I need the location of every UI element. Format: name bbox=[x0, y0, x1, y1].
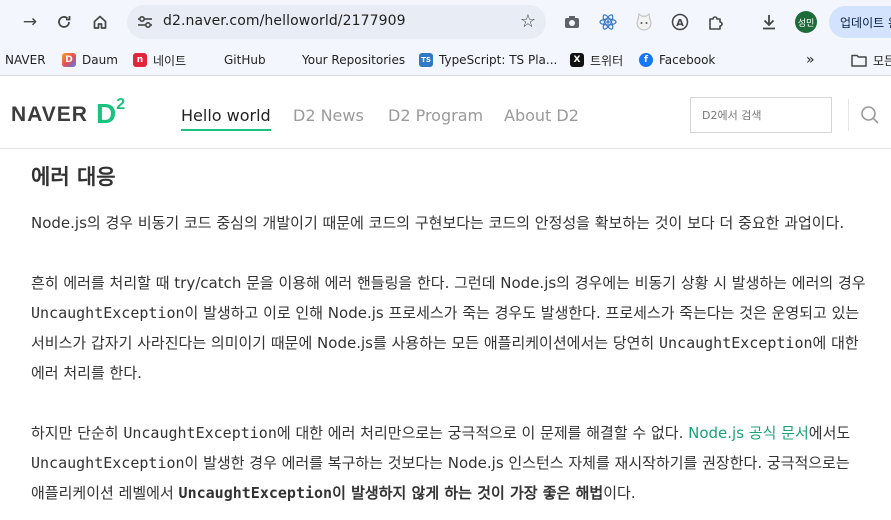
browser-toolbar: → d2.naver.com/helloworld/2177909 ☆ A 성민… bbox=[0, 0, 891, 43]
bookmark-your-repositories[interactable]: Your Repositories bbox=[302, 51, 405, 69]
paragraph-2-line-2: UncaughtException이 발생하고 이로 인해 Node.js 프로… bbox=[31, 304, 860, 322]
bookmark-star-icon[interactable]: ☆ bbox=[520, 11, 536, 32]
bookmarks-bar: NAVER D Daum n 네이트 GitHub Your Repositor… bbox=[0, 43, 891, 76]
bookmark-all[interactable]: 모든 bbox=[851, 51, 891, 69]
update-button[interactable]: 업데이트 완료 bbox=[829, 6, 891, 38]
nav-hello-world[interactable]: Hello world bbox=[181, 106, 271, 131]
site-search-box bbox=[690, 97, 832, 133]
reload-icon[interactable] bbox=[50, 8, 78, 36]
inline-code: UncaughtException bbox=[178, 484, 333, 502]
profile-avatar[interactable]: 성민 bbox=[795, 11, 817, 33]
forward-icon[interactable]: → bbox=[16, 8, 44, 36]
bookmark-typescript[interactable]: TS TypeScript: TS Pla... bbox=[419, 51, 557, 69]
nav-d2-program[interactable]: D2 Program bbox=[388, 106, 483, 125]
react-icon[interactable] bbox=[597, 11, 619, 33]
d2-logo-mark: D2 bbox=[95, 95, 126, 129]
bookmark-github[interactable]: GitHub bbox=[224, 51, 266, 69]
emphasis-text: 이 발생하지 않게 하는 것이 가장 좋은 해법 bbox=[332, 484, 604, 502]
bookmark-twitter[interactable]: X 트위터 bbox=[570, 51, 623, 69]
typescript-icon: TS bbox=[419, 53, 433, 67]
facebook-icon: f bbox=[639, 53, 653, 67]
download-icon[interactable] bbox=[758, 11, 780, 33]
bookmark-nate[interactable]: n 네이트 bbox=[133, 51, 186, 69]
nate-icon: n bbox=[133, 53, 147, 67]
paragraph-3-line-2: UncaughtException이 발생한 경우 에러를 복구하는 것보다는 … bbox=[31, 454, 850, 472]
nav-about-d2[interactable]: About D2 bbox=[504, 106, 579, 125]
naver-d2-logo[interactable]: NAVER D2 bbox=[11, 96, 125, 129]
header-divider bbox=[848, 99, 849, 131]
folder-icon bbox=[851, 54, 867, 67]
paragraph-2-line-4: 에러 처리를 한다. bbox=[31, 364, 142, 382]
inline-code: UncaughtException bbox=[658, 334, 813, 352]
site-search-input[interactable] bbox=[691, 98, 831, 132]
bookmark-naver[interactable]: NAVER bbox=[5, 51, 46, 69]
x-icon: X bbox=[570, 53, 584, 67]
address-bar[interactable]: d2.naver.com/helloworld/2177909 ☆ bbox=[127, 5, 546, 39]
site-settings-icon[interactable] bbox=[135, 12, 155, 32]
puzzle-icon[interactable] bbox=[705, 11, 727, 33]
paragraph-2-line-3: 서비스가 갑자기 사라진다는 의미이기 때문에 Node.js를 사용하는 모든… bbox=[31, 334, 859, 352]
svg-text:A: A bbox=[676, 18, 684, 29]
paragraph-2-line-1: 흔히 에러를 처리할 때 try/catch 문을 이용해 에러 핸들링을 한다… bbox=[31, 274, 866, 292]
inline-code: UncaughtException bbox=[31, 304, 185, 322]
paragraph-3-line-1: 하지만 단순히 UncaughtException에 대한 에러 처리만으로는 … bbox=[31, 424, 851, 442]
more-bookmarks-icon[interactable]: » bbox=[806, 51, 815, 69]
a-icon[interactable]: A bbox=[669, 11, 691, 33]
paragraph-1: Node.js의 경우 비동기 코드 중심의 개발이기 때문에 코드의 구현보다… bbox=[31, 214, 845, 232]
bookmark-facebook[interactable]: f Facebook bbox=[639, 51, 715, 69]
home-icon[interactable] bbox=[86, 8, 114, 36]
cat-icon[interactable] bbox=[633, 11, 655, 33]
site-header: NAVER D2 Hello world D2 News D2 Program … bbox=[0, 77, 891, 149]
bookmark-daum[interactable]: D Daum bbox=[62, 51, 118, 69]
nodejs-docs-link[interactable]: Node.js 공식 문서 bbox=[688, 424, 809, 442]
daum-icon: D bbox=[62, 53, 76, 67]
search-icon[interactable] bbox=[860, 105, 880, 125]
inline-code: UncaughtException bbox=[31, 454, 185, 472]
section-heading: 에러 대응 bbox=[31, 165, 116, 189]
nav-d2-news[interactable]: D2 News bbox=[293, 106, 364, 125]
url-text[interactable]: d2.naver.com/helloworld/2177909 bbox=[163, 13, 406, 29]
camera-icon[interactable] bbox=[561, 11, 583, 33]
paragraph-3-line-3: 애플리케이션 레벨에서 UncaughtException이 발생하지 않게 하… bbox=[31, 484, 636, 502]
inline-code: UncaughtException bbox=[123, 424, 277, 442]
